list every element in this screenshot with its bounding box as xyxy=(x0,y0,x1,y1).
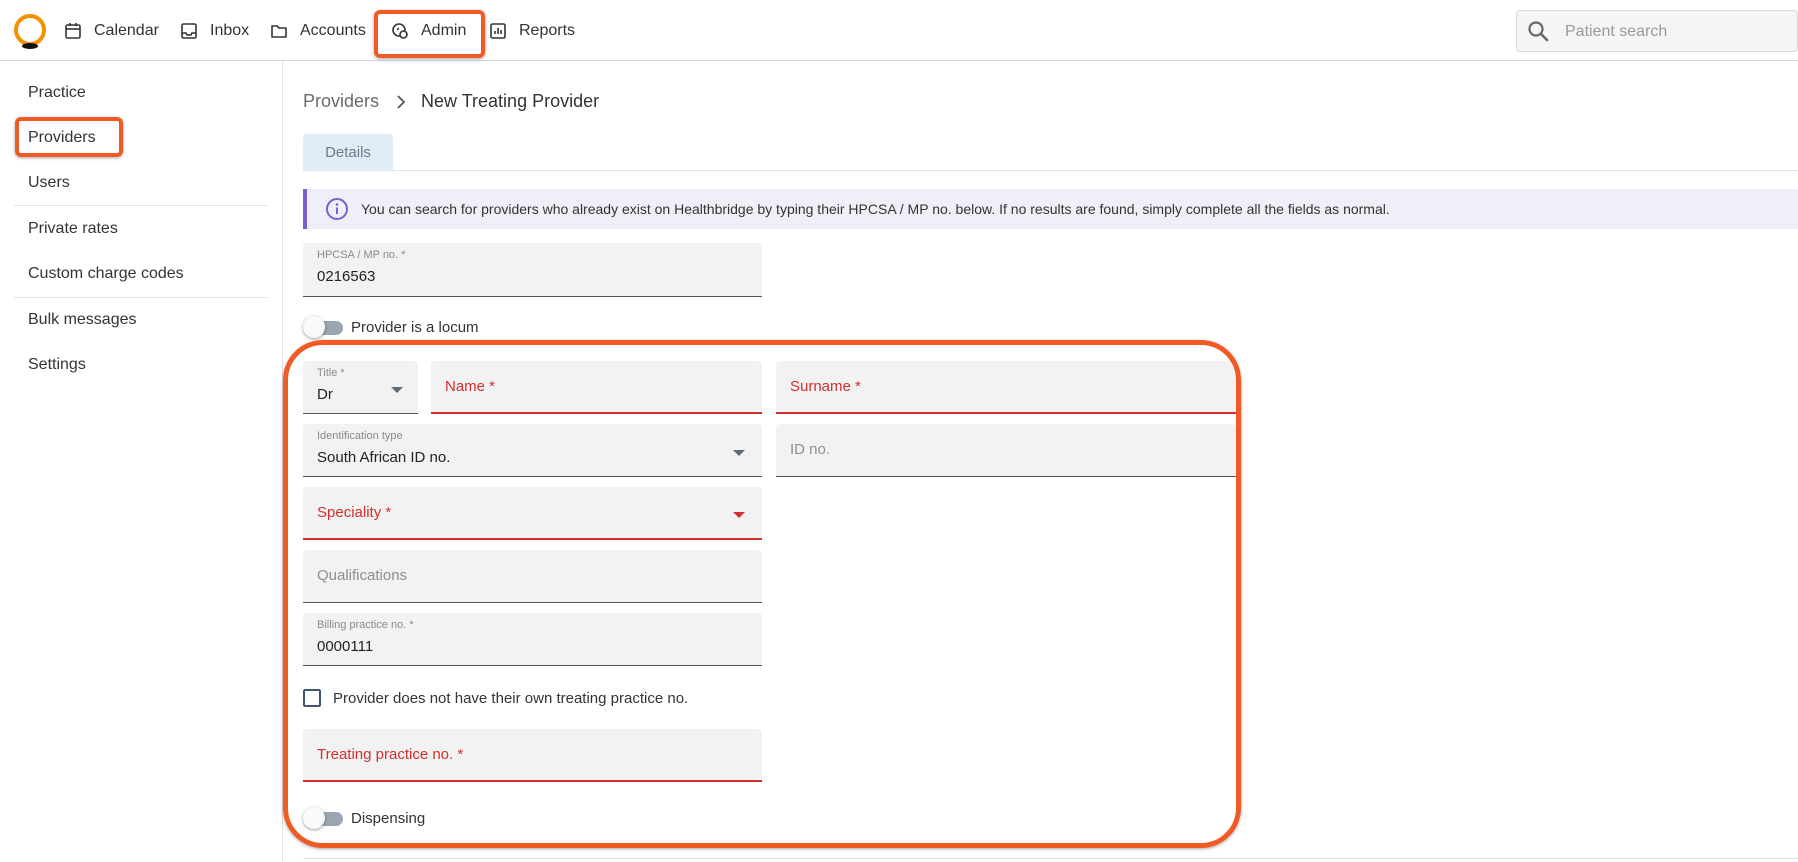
tab-details[interactable]: Details xyxy=(303,134,393,170)
no-treating-practice-label: Provider does not have their own treatin… xyxy=(333,689,689,707)
chevron-down-icon xyxy=(391,387,403,393)
dispensing-label: Dispensing xyxy=(351,809,426,827)
sidebar-item-label: Private rates xyxy=(28,220,118,237)
inbox-icon xyxy=(180,22,198,40)
surname-placeholder: Surname * xyxy=(790,378,861,395)
nav-accounts[interactable]: Accounts xyxy=(270,16,366,46)
nav-calendar-label: Calendar xyxy=(94,22,159,39)
surname-field[interactable]: Surname * xyxy=(776,361,1236,414)
locum-toggle[interactable]: Provider is a locum xyxy=(303,316,479,338)
billing-practice-label: Billing practice no. * xyxy=(317,619,414,631)
hpcsa-field[interactable]: HPCSA / MP no. * 0216563 xyxy=(303,243,762,297)
speciality-placeholder: Speciality * xyxy=(317,504,392,521)
folder-icon xyxy=(270,22,288,40)
chevron-down-icon xyxy=(733,450,745,456)
sidebar-item-practice[interactable]: Practice xyxy=(14,71,267,115)
page-title: New Treating Provider xyxy=(421,91,600,111)
title-select[interactable]: Title * Dr xyxy=(303,361,418,414)
breadcrumb-providers-link[interactable]: Providers xyxy=(303,91,379,112)
sidebar-item-label: Custom charge codes xyxy=(28,265,184,282)
sidebar-item-private-rates[interactable]: Private rates xyxy=(14,207,267,251)
dispensing-toggle[interactable]: Dispensing xyxy=(303,807,426,829)
treating-practice-placeholder: Treating practice no. * xyxy=(317,746,464,763)
providers-highlight-annotation xyxy=(15,117,123,157)
title-label: Title * xyxy=(317,367,345,379)
qualifications-field[interactable]: Qualifications xyxy=(303,550,762,603)
chevron-right-icon xyxy=(395,94,407,109)
sidebar-item-label: Practice xyxy=(28,84,86,101)
info-text: You can search for providers who already… xyxy=(361,201,1390,217)
sidebar-divider xyxy=(14,205,267,206)
identification-type-select[interactable]: Identification type South African ID no. xyxy=(303,424,762,477)
billing-practice-value: 0000111 xyxy=(317,638,374,655)
admin-highlight-annotation xyxy=(374,10,485,58)
tabs-divider xyxy=(303,170,1798,171)
sidebar-item-users[interactable]: Users xyxy=(14,161,267,205)
identification-type-label: Identification type xyxy=(317,430,403,442)
speciality-select[interactable]: Speciality * xyxy=(303,487,762,540)
sidebar-item-settings[interactable]: Settings xyxy=(14,343,267,387)
info-banner: You can search for providers who already… xyxy=(303,189,1798,229)
no-treating-practice-checkbox[interactable] xyxy=(303,689,321,707)
info-icon xyxy=(325,197,349,221)
locum-label: Provider is a locum xyxy=(351,318,479,336)
app-logo-icon[interactable] xyxy=(12,13,48,51)
sidebar-item-label: Settings xyxy=(28,356,86,373)
locum-switch[interactable] xyxy=(303,316,343,338)
search-icon xyxy=(1528,21,1549,42)
top-navigation: Calendar Inbox Accounts Admin Reports xyxy=(0,0,1798,61)
form-bottom-divider xyxy=(303,858,1798,859)
sidebar-item-label: Bulk messages xyxy=(28,311,137,328)
dispensing-switch[interactable] xyxy=(303,807,343,829)
patient-search[interactable] xyxy=(1516,10,1798,52)
title-value: Dr xyxy=(317,386,333,403)
no-treating-practice-checkbox-row[interactable]: Provider does not have their own treatin… xyxy=(303,689,688,707)
treating-practice-field[interactable]: Treating practice no. * xyxy=(303,729,762,782)
chevron-down-icon xyxy=(733,512,745,518)
id-number-placeholder: ID no. xyxy=(790,441,831,458)
nav-inbox-label: Inbox xyxy=(210,22,250,39)
id-number-field[interactable]: ID no. xyxy=(776,424,1236,477)
patient-search-input[interactable] xyxy=(1563,19,1792,45)
calendar-icon xyxy=(64,22,82,40)
nav-inbox[interactable]: Inbox xyxy=(180,16,249,46)
identification-type-value: South African ID no. xyxy=(317,449,451,466)
breadcrumb: Providers New Treating Provider xyxy=(303,91,599,112)
hpcsa-label: HPCSA / MP no. * xyxy=(317,249,406,261)
hpcsa-value: 0216563 xyxy=(317,268,376,285)
nav-calendar[interactable]: Calendar xyxy=(64,16,159,46)
sidebar-item-bulk-messages[interactable]: Bulk messages xyxy=(14,298,267,342)
nav-reports[interactable]: Reports xyxy=(489,16,575,46)
sidebar-item-label: Users xyxy=(28,174,70,191)
admin-sidebar: Practice Providers Users Private rates C… xyxy=(0,61,283,862)
sidebar-item-custom-charge-codes[interactable]: Custom charge codes xyxy=(14,252,267,296)
name-placeholder: Name * xyxy=(445,378,496,395)
nav-reports-label: Reports xyxy=(519,22,576,39)
reports-icon xyxy=(489,22,507,40)
name-field[interactable]: Name * xyxy=(431,361,762,414)
main-content: Providers New Treating Provider Details … xyxy=(284,61,1798,862)
nav-accounts-label: Accounts xyxy=(300,22,366,39)
qualifications-placeholder: Qualifications xyxy=(317,567,408,584)
billing-practice-field[interactable]: Billing practice no. * 0000111 xyxy=(303,613,762,666)
